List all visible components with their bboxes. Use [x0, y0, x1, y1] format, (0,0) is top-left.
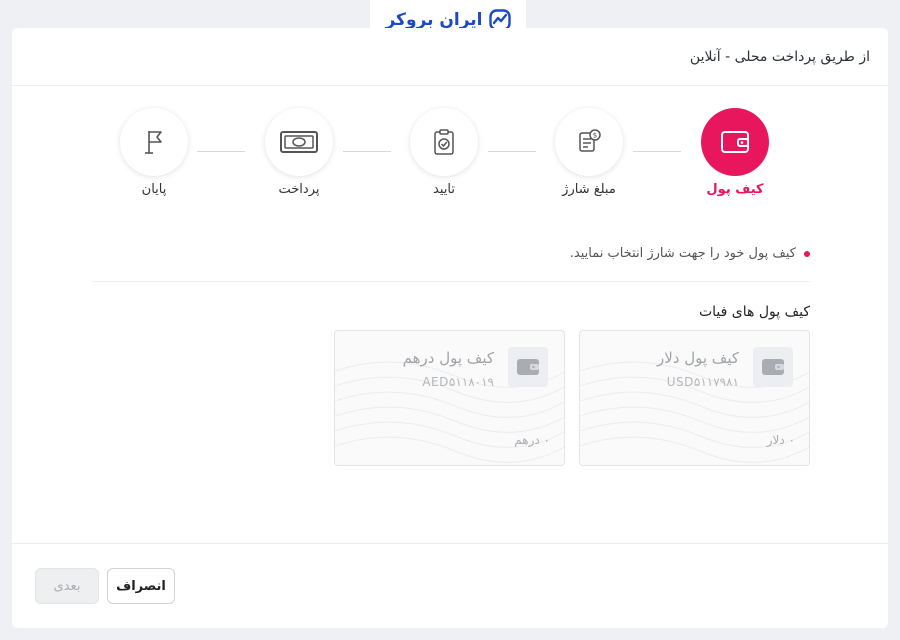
wallet-code: USD۵۱۱۷۹۸۱ — [666, 375, 739, 389]
invoice-icon: $ — [579, 129, 601, 152]
wallet-code: AED۵۱۱۸۰۱۹ — [422, 375, 494, 389]
flag-icon — [145, 131, 162, 154]
footer-divider — [12, 543, 888, 544]
step-circle — [701, 108, 769, 176]
step-charge-amount: $ مبلغ شارژ — [529, 108, 649, 197]
step-wallet: کیف پول — [675, 108, 795, 197]
card-header: از طریق پرداخت محلی - آنلاین — [12, 28, 888, 86]
wallet-card-aed[interactable]: کیف پول درهم AED۵۱۱۸۰۱۹ ۰ درهم — [334, 330, 565, 466]
step-payment: پرداخت — [239, 108, 359, 197]
banknote-icon — [280, 131, 318, 153]
step-circle — [410, 108, 478, 176]
bullet-dot — [804, 250, 810, 257]
next-button[interactable]: بعدی — [35, 568, 99, 604]
step-circle: $ — [555, 108, 623, 176]
step-confirm: تایید — [384, 108, 504, 197]
stepper: کیف پول $ مبلغ شارژ تایید پرداخت پایان — [12, 108, 888, 228]
page-title: از طریق پرداخت محلی - آنلاین — [689, 48, 870, 65]
step-circle — [265, 108, 333, 176]
step-label: تایید — [433, 182, 455, 197]
wallet-name: کیف پول دلار — [656, 349, 739, 367]
instruction-text: کیف پول خود را جهت شارژ انتخاب نمایید. — [570, 246, 810, 261]
step-label: پرداخت — [278, 182, 320, 197]
svg-text:$: $ — [593, 132, 597, 140]
wallet-icon — [508, 347, 548, 387]
fiat-wallets-title: کیف پول های فیات — [698, 304, 810, 320]
wallet-icon — [753, 347, 793, 387]
wallet-balance: ۰ درهم — [514, 433, 550, 447]
deposit-card: از طریق پرداخت محلی - آنلاین کیف پول $ م… — [12, 28, 888, 628]
step-label: مبلغ شارژ — [562, 182, 616, 197]
brand-logo-text: ایران بروکر — [385, 10, 483, 30]
step-label: کیف پول — [706, 182, 764, 197]
clipboard-check-icon — [434, 129, 454, 155]
wallet-balance: ۰ دلار — [766, 433, 795, 447]
wallet-card-usd[interactable]: کیف پول دلار USD۵۱۱۷۹۸۱ ۰ دلار — [579, 330, 810, 466]
step-finish: پایان — [94, 108, 214, 197]
step-label: پایان — [141, 182, 167, 197]
section-divider — [92, 281, 810, 282]
instruction-label: کیف پول خود را جهت شارژ انتخاب نمایید. — [569, 246, 796, 261]
wallet-icon — [721, 131, 749, 153]
step-circle — [120, 108, 188, 176]
wallet-name: کیف پول درهم — [402, 349, 494, 367]
cancel-button[interactable]: انصراف — [107, 568, 175, 604]
